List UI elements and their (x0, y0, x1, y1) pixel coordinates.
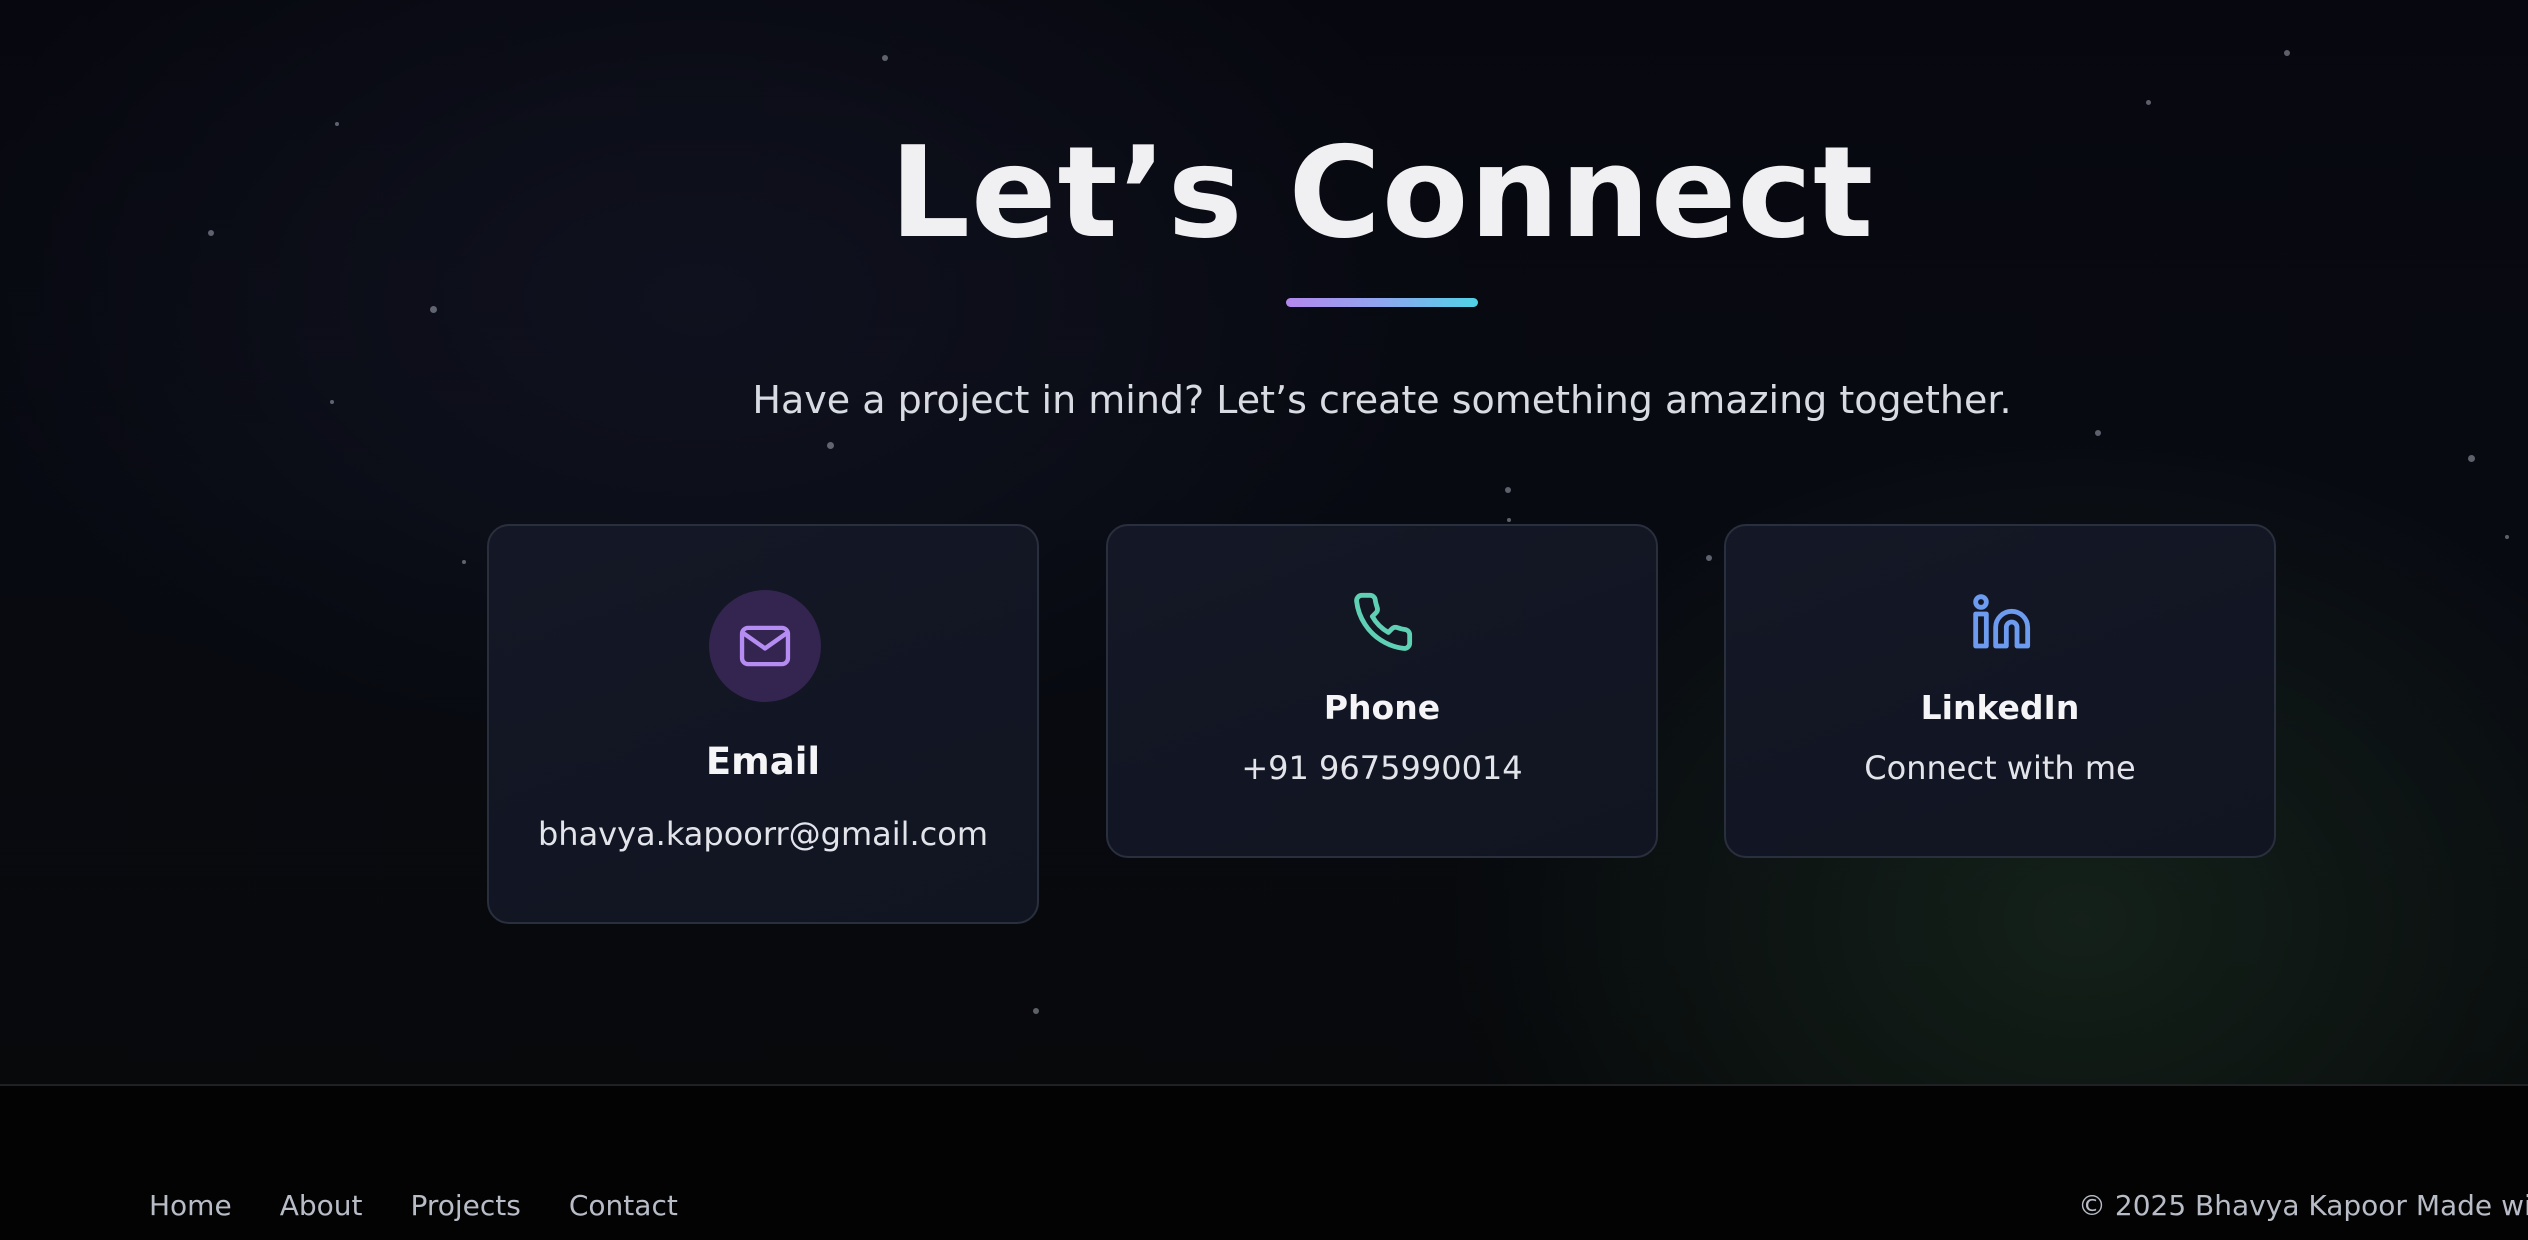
footer-link-contact[interactable]: Contact (569, 1186, 678, 1226)
star-dot (827, 442, 834, 449)
star-dot (2095, 430, 2101, 436)
star-dot (2468, 455, 2475, 462)
star-dot (2505, 535, 2509, 539)
email-card-title: Email (705, 740, 821, 783)
star-dot (1033, 1008, 1039, 1014)
contact-section: Let’s Connect Have a project in mind? Le… (0, 0, 2528, 1084)
email-card[interactable]: Email bhavya.kapoorr@gmail.com (487, 524, 1039, 924)
star-dot (462, 560, 466, 564)
linkedin-link[interactable]: Connect with me (1726, 746, 2274, 790)
linkedin-card[interactable]: LinkedIn Connect with me (1724, 524, 2276, 858)
footer-nav: Home About Projects Contact (149, 1186, 678, 1226)
star-dot (430, 306, 437, 313)
phone-icon (1354, 592, 1413, 651)
footer-link-about[interactable]: About (280, 1186, 363, 1226)
star-dot (882, 55, 888, 61)
phone-number[interactable]: +91 9675990014 (1108, 746, 1656, 790)
title-underline (1286, 298, 1478, 307)
section-subtitle: Have a project in mind? Let’s create som… (752, 378, 2012, 422)
star-dot (2284, 50, 2290, 56)
phone-card[interactable]: Phone +91 9675990014 (1106, 524, 1658, 858)
section-title: Let’s Connect (889, 119, 1875, 266)
star-dot (2146, 100, 2151, 105)
linkedin-icon (1973, 594, 2031, 649)
mail-icon (739, 625, 791, 667)
footer-link-projects[interactable]: Projects (410, 1186, 520, 1226)
star-dot (1706, 555, 1712, 561)
email-address[interactable]: bhavya.kapoorr@gmail.com (489, 812, 1037, 856)
footer-link-home[interactable]: Home (149, 1186, 232, 1226)
page: Let’s Connect Have a project in mind? Le… (0, 0, 2528, 1240)
star-dot (1507, 518, 1511, 522)
footer-copyright: © 2025 Bhavya Kapoor Made with p (2078, 1189, 2528, 1222)
linkedin-card-title: LinkedIn (1920, 688, 2080, 727)
footer: Home About Projects Contact © 2025 Bhavy… (0, 1084, 2528, 1240)
phone-card-title: Phone (1323, 688, 1441, 727)
star-dot (1505, 487, 1511, 493)
mail-icon-circle (709, 590, 821, 702)
